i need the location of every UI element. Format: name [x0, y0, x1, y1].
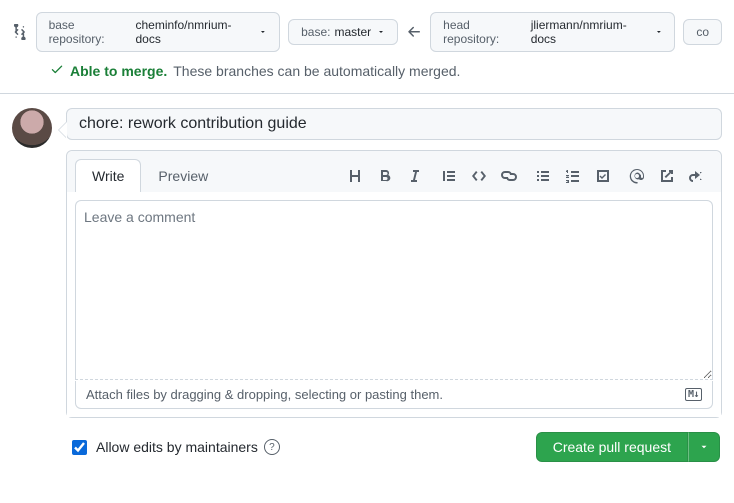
attach-bar[interactable]: Attach files by dragging & dropping, sel…	[75, 381, 713, 409]
italic-icon[interactable]	[407, 168, 423, 184]
check-icon	[50, 62, 64, 79]
footer-row: Allow edits by maintainers ? Create pull…	[66, 418, 722, 476]
base-repo-label: base repository:	[49, 18, 132, 46]
attach-hint: Attach files by dragging & dropping, sel…	[86, 387, 443, 402]
create-pr-button[interactable]: Create pull request	[536, 432, 688, 462]
create-pr-caret[interactable]	[688, 432, 720, 462]
pr-form: Write Preview	[66, 108, 722, 476]
quote-icon[interactable]	[441, 168, 457, 184]
caret-down-icon	[377, 28, 385, 36]
head-branch-select-cut[interactable]: co	[683, 19, 722, 45]
caret-down-icon	[655, 28, 663, 36]
caret-down-icon	[259, 28, 267, 36]
tasklist-icon[interactable]	[595, 168, 611, 184]
allow-edits-input[interactable]	[72, 440, 87, 455]
create-pr-group: Create pull request	[536, 432, 720, 462]
markdown-badge-icon[interactable]: M↓	[685, 388, 702, 401]
bold-icon[interactable]	[377, 168, 393, 184]
merge-auto-text: These branches can be automatically merg…	[173, 63, 460, 79]
base-branch-select[interactable]: base: master	[288, 19, 398, 45]
allow-edits-checkbox[interactable]: Allow edits by maintainers ?	[68, 437, 280, 458]
base-repo-value: cheminfo/nmrium-docs	[135, 18, 253, 46]
tab-preview[interactable]: Preview	[141, 159, 225, 192]
info-icon[interactable]: ?	[264, 439, 280, 455]
compare-bar: base repository: cheminfo/nmrium-docs ba…	[0, 0, 734, 52]
comment-box: Write Preview	[66, 150, 722, 418]
head-branch-cut: co	[696, 25, 709, 39]
ol-icon[interactable]	[565, 168, 581, 184]
base-branch-label: base:	[301, 25, 330, 39]
merge-able-text: Able to merge.	[70, 63, 167, 79]
reply-icon[interactable]	[689, 168, 705, 184]
link-icon[interactable]	[501, 168, 517, 184]
heading-icon[interactable]	[347, 168, 363, 184]
head-repo-label: head repository:	[443, 18, 527, 46]
allow-edits-label: Allow edits by maintainers	[96, 439, 258, 455]
md-toolbar	[347, 168, 713, 184]
base-repo-select[interactable]: base repository: cheminfo/nmrium-docs	[36, 12, 281, 52]
crossref-icon[interactable]	[659, 168, 675, 184]
head-repo-value: jliermann/nmrium-docs	[531, 18, 649, 46]
base-branch-value: master	[334, 25, 371, 39]
tab-row: Write Preview	[67, 151, 721, 192]
merge-status: Able to merge. These branches can be aut…	[0, 52, 734, 94]
head-repo-select[interactable]: head repository: jliermann/nmrium-docs	[430, 12, 675, 52]
avatar[interactable]	[12, 108, 52, 148]
code-icon[interactable]	[471, 168, 487, 184]
tab-write[interactable]: Write	[75, 159, 141, 192]
arrow-left-icon	[406, 24, 422, 40]
mention-icon[interactable]	[629, 168, 645, 184]
caret-down-icon	[699, 442, 709, 452]
ul-icon[interactable]	[535, 168, 551, 184]
comment-textarea[interactable]	[75, 200, 713, 380]
pr-title-input[interactable]	[66, 108, 722, 140]
compare-icon	[12, 24, 28, 40]
